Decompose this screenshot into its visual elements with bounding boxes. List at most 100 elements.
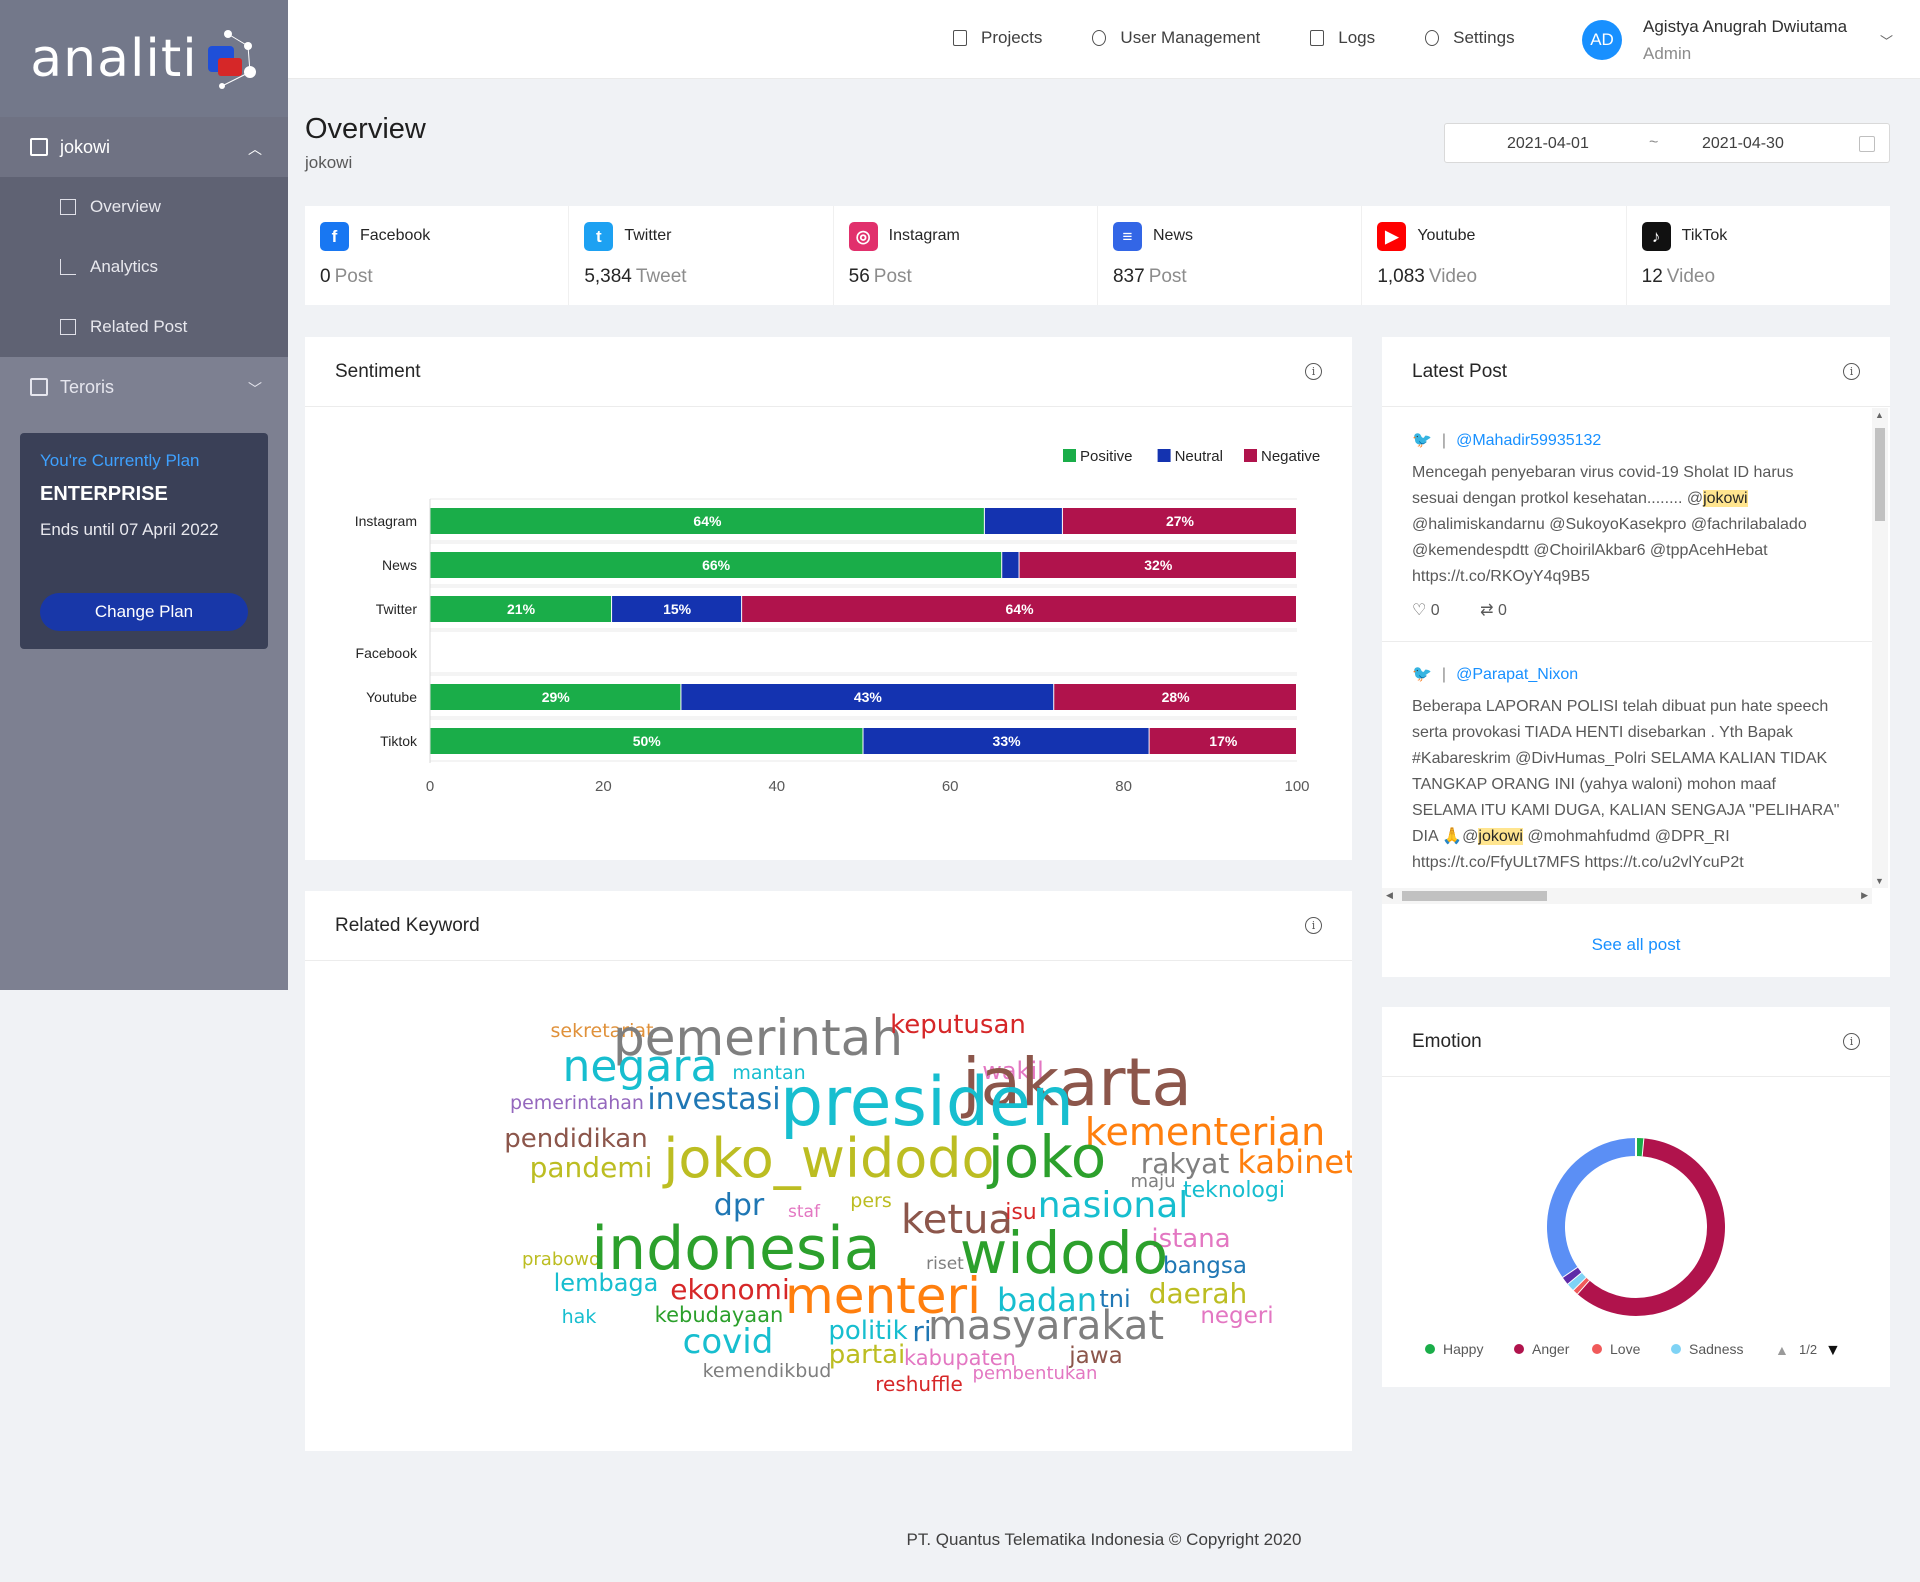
donut-slice[interactable] <box>1547 1138 1637 1278</box>
sidebar-project-teroris[interactable]: Teroris ﹀ <box>0 357 288 417</box>
scrollbar-thumb[interactable] <box>1402 891 1547 901</box>
sidebar-submenu: Overview Analytics Related Post <box>0 177 288 357</box>
date-from[interactable]: 2021-04-01 <box>1507 135 1589 153</box>
keyword-negeri[interactable]: negeri <box>1200 1303 1273 1329</box>
legend-swatch[interactable] <box>1063 449 1076 462</box>
post-list[interactable]: 🐦 | @Mahadir59935132 Mencegah penyebaran v… <box>1382 408 1872 888</box>
menu-logs[interactable]: Logs <box>1310 28 1375 48</box>
keyword-joko_widodo[interactable]: joko_widodo <box>662 1127 994 1190</box>
scroll-down-icon[interactable]: ▼ <box>1875 876 1884 886</box>
scroll-up-icon[interactable]: ▲ <box>1875 410 1884 420</box>
legend-label[interactable]: Sadness <box>1689 1341 1743 1357</box>
menu-projects[interactable]: Projects <box>953 28 1042 48</box>
keyword-widodo[interactable]: widodo <box>960 1219 1168 1287</box>
chevron-down-icon[interactable]: ﹀ <box>1880 31 1893 50</box>
horizontal-scrollbar[interactable]: ◀ ▶ <box>1382 888 1872 904</box>
change-plan-button[interactable]: Change Plan <box>40 593 248 631</box>
legend-dot[interactable] <box>1592 1344 1602 1354</box>
post-handle[interactable]: @Mahadir59935132 <box>1456 432 1601 449</box>
avatar[interactable]: AD <box>1582 20 1622 60</box>
card-title: Emotion <box>1412 1031 1482 1052</box>
plan-box: You're Currently Plan ENTERPRISE Ends un… <box>20 433 268 649</box>
keyword-pembentukan[interactable]: pembentukan <box>973 1363 1098 1384</box>
retweet-icon[interactable]: ⇄ <box>1480 602 1493 619</box>
keyword-hak[interactable]: hak <box>562 1306 597 1328</box>
info-icon[interactable]: i <box>1843 1033 1860 1050</box>
keyword-investasi[interactable]: investasi <box>647 1082 780 1117</box>
keyword-pemerintahan[interactable]: pemerintahan <box>510 1092 644 1114</box>
keyword-pandemi[interactable]: pandemi <box>530 1151 653 1184</box>
channel-twitter[interactable]: t Twitter 5,384 Tweet <box>569 206 834 305</box>
menu-user-management[interactable]: User Management <box>1092 28 1260 48</box>
donut-slice[interactable] <box>1577 1138 1725 1316</box>
keyword-ekonomi[interactable]: ekonomi <box>670 1273 790 1306</box>
post-item[interactable]: 🐦 | @Parapat_Nixon Beberapa LAPORAN POLISI… <box>1382 642 1872 876</box>
keyword-joko[interactable]: joko <box>986 1123 1107 1191</box>
channel-tiktok[interactable]: ♪ TikTok 12 Video <box>1627 206 1890 305</box>
post-handle[interactable]: @Parapat_Nixon <box>1456 666 1578 683</box>
heart-icon[interactable]: ♡ <box>1412 602 1426 619</box>
user-name[interactable]: Agistya Anugrah Dwiutama <box>1643 17 1847 37</box>
bar-segment[interactable] <box>984 508 1062 534</box>
info-icon[interactable]: i <box>1305 917 1322 934</box>
scroll-right-icon[interactable]: ▶ <box>1861 890 1868 901</box>
legend-dot[interactable] <box>1671 1344 1681 1354</box>
keyword-masyarakat[interactable]: masyarakat <box>928 1303 1164 1349</box>
donut-slice[interactable] <box>1567 1272 1586 1290</box>
legend-dot[interactable] <box>1425 1344 1435 1354</box>
legend-label[interactable]: Love <box>1610 1341 1641 1357</box>
like-count: 0 <box>1430 602 1440 619</box>
sidebar-project-jokowi[interactable]: jokowi ︿ <box>0 117 288 177</box>
legend-swatch[interactable] <box>1157 449 1171 462</box>
keyword-reshuffle[interactable]: reshuffle <box>875 1372 963 1396</box>
scrollbar-thumb[interactable] <box>1875 428 1885 521</box>
channel-facebook[interactable]: f Facebook 0 Post <box>305 206 570 305</box>
keyword-partai[interactable]: partai <box>829 1340 905 1370</box>
legend-label[interactable]: Positive <box>1080 448 1133 465</box>
project-icon <box>30 378 48 396</box>
keyword-kemendikbud[interactable]: kemendikbud <box>703 1360 832 1382</box>
date-range-picker[interactable]: 2021-04-01 ~ 2021-04-30 <box>1444 123 1890 163</box>
keyword-teknologi[interactable]: teknologi <box>1183 1178 1285 1203</box>
info-icon[interactable]: i <box>1843 363 1860 380</box>
sidebar-item-related-post[interactable]: Related Post <box>0 297 288 357</box>
menu-settings[interactable]: Settings <box>1425 28 1515 48</box>
top-menu: Projects User Management Logs Settings <box>953 28 1565 48</box>
legend-label[interactable]: Anger <box>1532 1341 1570 1357</box>
legend-label[interactable]: Negative <box>1261 448 1320 465</box>
keyword-keputusan[interactable]: keputusan <box>890 1010 1026 1040</box>
keyword-pers[interactable]: pers <box>850 1190 891 1212</box>
menu-label: Settings <box>1453 28 1515 47</box>
date-to[interactable]: 2021-04-30 <box>1702 135 1784 153</box>
youtube-icon: ▶ <box>1377 222 1407 251</box>
channel-youtube[interactable]: ▶ Youtube 1,083 Video <box>1362 206 1627 305</box>
bar-segment[interactable] <box>1002 552 1019 578</box>
x-tick-label: 20 <box>595 778 612 795</box>
keyword-bangsa[interactable]: bangsa <box>1163 1253 1247 1279</box>
legend-prev-icon[interactable]: ▲ <box>1775 1342 1789 1358</box>
keyword-kabinet[interactable]: kabinet <box>1237 1143 1352 1181</box>
app-logo[interactable]: analiti <box>0 0 288 117</box>
keyword-lembaga[interactable]: lembaga <box>554 1269 659 1297</box>
legend-label[interactable]: Neutral <box>1175 448 1223 465</box>
bar-label: 66% <box>702 557 731 573</box>
sidebar-item-overview[interactable]: Overview <box>0 177 288 237</box>
see-all-post-link[interactable]: See all post <box>1382 935 1890 955</box>
donut-slice[interactable] <box>1562 1266 1582 1284</box>
vertical-scrollbar[interactable]: ▲ ▼ <box>1872 408 1888 888</box>
legend-label[interactable]: Happy <box>1443 1341 1483 1357</box>
legend-next-icon[interactable]: ▼ <box>1825 1342 1841 1359</box>
channel-instagram[interactable]: ◎ Instagram 56 Post <box>834 206 1098 305</box>
scroll-left-icon[interactable]: ◀ <box>1386 890 1393 901</box>
legend-swatch[interactable] <box>1244 449 1257 462</box>
card-header: Latest Post i <box>1382 337 1890 407</box>
keyword-pendidikan[interactable]: pendidikan <box>504 1124 647 1154</box>
keyword-prabowo[interactable]: prabowo <box>522 1249 600 1270</box>
sidebar-item-analytics[interactable]: Analytics <box>0 237 288 297</box>
keyword-covid[interactable]: covid <box>683 1322 774 1362</box>
post-item[interactable]: 🐦 | @Mahadir59935132 Mencegah penyebaran v… <box>1382 408 1872 642</box>
channel-news[interactable]: ≡ News 837 Post <box>1098 206 1363 305</box>
legend-dot[interactable] <box>1514 1344 1524 1354</box>
info-icon[interactable]: i <box>1305 363 1322 380</box>
category-label: Twitter <box>376 601 418 617</box>
